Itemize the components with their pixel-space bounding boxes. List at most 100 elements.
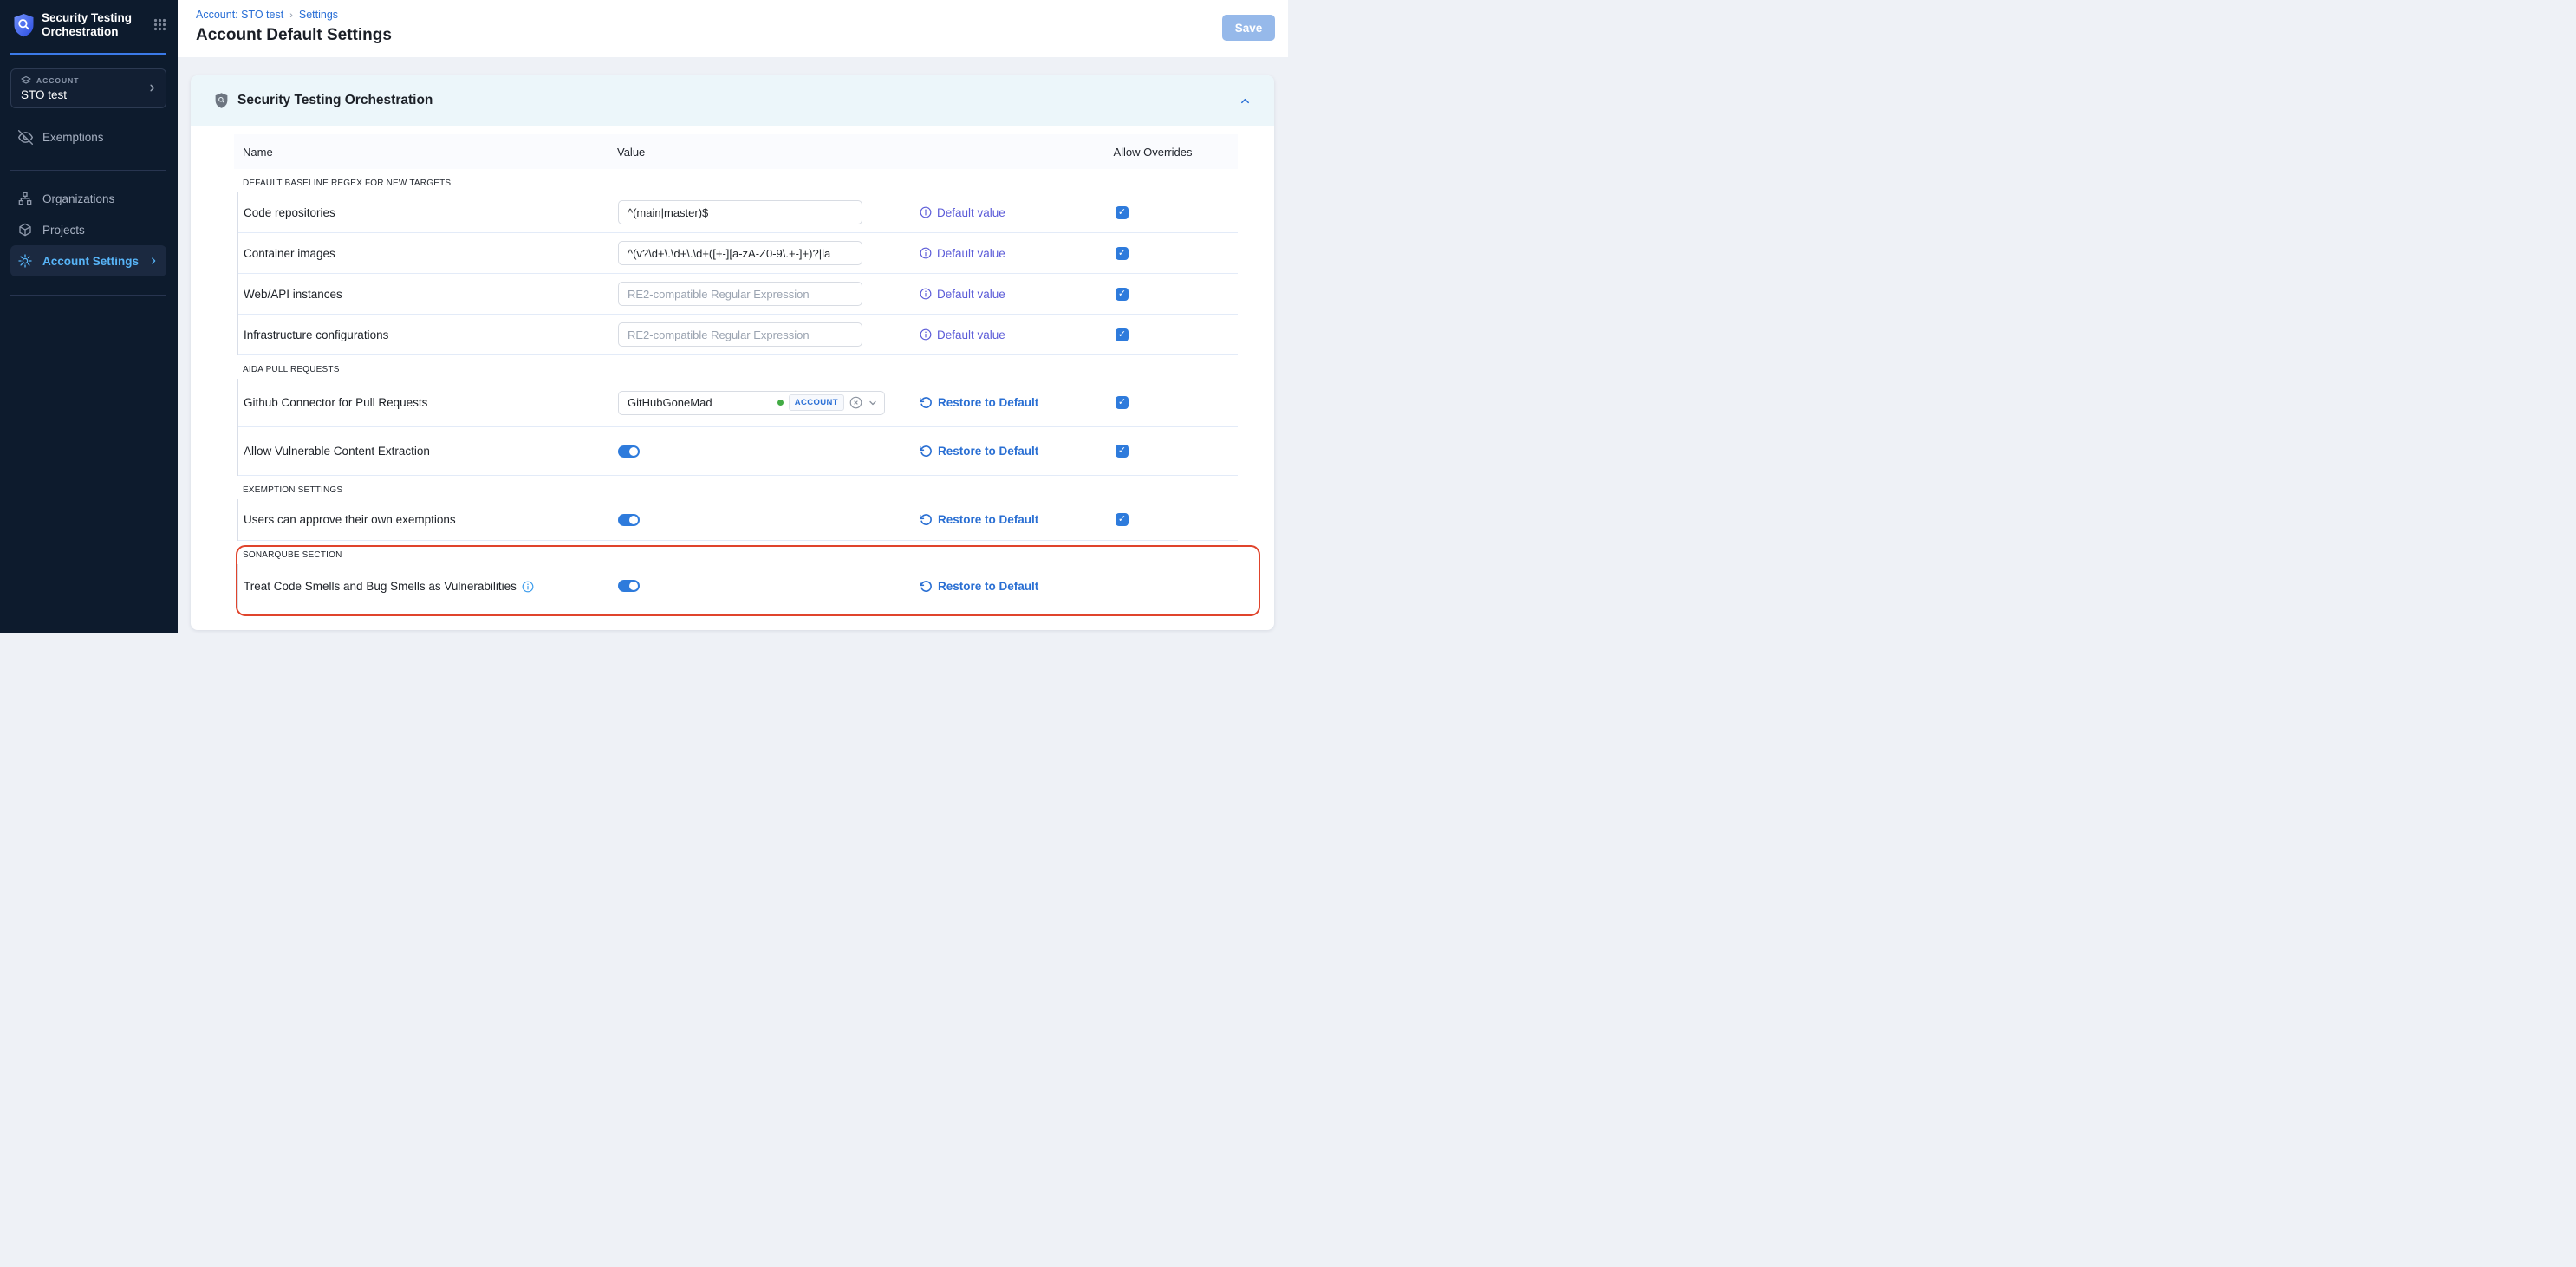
toggle-knob xyxy=(629,582,638,590)
breadcrumb-account-link[interactable]: Account: STO test xyxy=(196,9,283,21)
sidebar-item-projects[interactable]: Projects xyxy=(10,214,166,245)
panel-title: Security Testing Orchestration xyxy=(237,93,433,108)
row-name-cell: Github Connector for Pull Requests xyxy=(238,396,618,409)
section-rows: Code repositoriesDefault value✓Container… xyxy=(237,192,1238,355)
allow-override-checkbox[interactable]: ✓ xyxy=(1116,445,1129,458)
table-row: Allow Vulnerable Content Extraction Resto… xyxy=(238,427,1238,476)
action-label: Default value xyxy=(937,328,1005,341)
section-rows: Treat Code Smells and Bug Smells as Vuln… xyxy=(237,564,1238,608)
sidebar-item-exemptions[interactable]: Exemptions xyxy=(10,121,166,153)
sidebar-header: Security Testing Orchestration xyxy=(0,0,178,39)
allow-override-checkbox[interactable]: ✓ xyxy=(1116,328,1129,341)
account-name: STO test xyxy=(21,88,157,101)
allow-override-checkbox[interactable]: ✓ xyxy=(1116,513,1129,526)
panel-header[interactable]: Security Testing Orchestration xyxy=(191,75,1274,126)
chevron-up-icon[interactable] xyxy=(1239,94,1252,107)
settings-table: Name Value Allow Overrides DEFAULT BASEL… xyxy=(191,126,1274,608)
row-action-cell: Restore to Default xyxy=(920,580,1128,593)
table-body: DEFAULT BASELINE REGEX FOR NEW TARGETS Co… xyxy=(234,169,1238,608)
value-input[interactable] xyxy=(618,241,862,265)
default-value-link[interactable]: Default value xyxy=(920,288,1128,301)
row-name-cell: Code repositories xyxy=(238,206,618,219)
row-value-cell xyxy=(618,514,920,526)
allow-override-checkbox[interactable]: ✓ xyxy=(1116,288,1129,301)
account-scope-label: ACCOUNT xyxy=(36,76,80,85)
column-header-allow-overrides: Allow Overrides xyxy=(1113,146,1192,159)
row-value-cell xyxy=(618,282,920,306)
restore-to-default-link[interactable]: Restore to Default xyxy=(920,580,1128,593)
breadcrumb: Account: STO test › Settings xyxy=(196,9,1288,21)
allow-override-checkbox[interactable]: ✓ xyxy=(1116,247,1129,260)
allow-override-checkbox[interactable]: ✓ xyxy=(1116,396,1129,409)
row-action-cell: Restore to Default xyxy=(920,396,1128,409)
row-label: Container images xyxy=(244,247,335,260)
cube-icon xyxy=(18,223,33,237)
toggle-switch[interactable] xyxy=(618,514,640,526)
toggle-knob xyxy=(629,516,638,524)
account-scope-selector[interactable]: ACCOUNT STO test xyxy=(10,68,166,108)
sidebar-item-label: Organizations xyxy=(42,192,114,205)
row-override-cell: ✓ xyxy=(1116,247,1129,260)
connector-select[interactable]: GitHubGoneMad ACCOUNT xyxy=(618,391,885,415)
settings-section: AIDA PULL REQUESTSGithub Connector for P… xyxy=(234,355,1238,476)
restore-to-default-link[interactable]: Restore to Default xyxy=(920,513,1128,526)
row-action-cell: Default value xyxy=(920,247,1128,260)
table-row: Infrastructure configurations Default val… xyxy=(238,315,1238,355)
chevron-right-icon xyxy=(149,257,158,265)
value-input[interactable] xyxy=(618,282,862,306)
default-value-link[interactable]: Default value xyxy=(920,328,1128,341)
restore-icon xyxy=(920,445,933,458)
grid-dots-icon[interactable] xyxy=(153,18,166,31)
save-button[interactable]: Save xyxy=(1222,15,1275,41)
row-label: Code repositories xyxy=(244,206,335,219)
chevron-down-icon[interactable] xyxy=(868,398,878,408)
breadcrumb-settings-link[interactable]: Settings xyxy=(299,9,338,21)
row-action-cell: Default value xyxy=(920,328,1128,341)
row-override-cell: ✓ xyxy=(1116,206,1129,219)
row-override-cell: ✓ xyxy=(1116,445,1129,458)
row-name-cell: Allow Vulnerable Content Extraction xyxy=(238,445,618,458)
sidebar-accent-line xyxy=(10,53,166,55)
sidebar-divider xyxy=(10,295,166,296)
gear-icon xyxy=(18,254,33,268)
row-value-cell xyxy=(618,445,920,458)
row-label: Infrastructure configurations xyxy=(244,328,388,341)
row-action-cell: Default value xyxy=(920,288,1128,301)
restore-to-default-link[interactable]: Restore to Default xyxy=(920,445,1128,458)
settings-section: SONARQUBE SECTIONTreat Code Smells and B… xyxy=(234,541,1238,608)
restore-icon xyxy=(920,513,933,526)
value-input[interactable] xyxy=(618,200,862,224)
section-rows: Github Connector for Pull RequestsGitHub… xyxy=(237,379,1238,476)
row-override-cell: ✓ xyxy=(1116,396,1129,409)
default-value-link[interactable]: Default value xyxy=(920,247,1128,260)
action-label: Restore to Default xyxy=(938,445,1038,458)
value-input[interactable] xyxy=(618,322,862,347)
allow-override-checkbox[interactable]: ✓ xyxy=(1116,206,1129,219)
restore-to-default-link[interactable]: Restore to Default xyxy=(920,396,1128,409)
info-icon xyxy=(522,581,534,593)
table-header-row: Name Value Allow Overrides xyxy=(234,134,1238,169)
toggle-switch[interactable] xyxy=(618,580,640,592)
row-label: Web/API instances xyxy=(244,288,342,301)
row-value-cell xyxy=(618,580,920,592)
table-row: Treat Code Smells and Bug Smells as Vuln… xyxy=(238,564,1238,608)
shield-icon xyxy=(215,93,228,108)
row-override-cell: ✓ xyxy=(1116,288,1129,301)
scope-tag: ACCOUNT xyxy=(789,394,844,411)
section-label: DEFAULT BASELINE REGEX FOR NEW TARGETS xyxy=(234,169,1238,192)
info-icon xyxy=(920,247,932,259)
sidebar-item-account-settings[interactable]: Account Settings xyxy=(10,245,166,276)
table-row: Container images Default value✓ xyxy=(238,233,1238,274)
shield-search-icon xyxy=(13,13,35,37)
row-action-cell: Restore to Default xyxy=(920,513,1128,526)
row-name-cell: Treat Code Smells and Bug Smells as Vuln… xyxy=(238,580,618,593)
chevron-right-icon: › xyxy=(289,10,293,21)
column-header-value: Value xyxy=(617,146,919,159)
default-value-link[interactable]: Default value xyxy=(920,206,1128,219)
clear-icon[interactable] xyxy=(849,396,862,409)
action-label: Default value xyxy=(937,206,1005,219)
sidebar-item-organizations[interactable]: Organizations xyxy=(10,183,166,214)
connector-name: GitHubGoneMad xyxy=(628,396,772,409)
row-label: Users can approve their own exemptions xyxy=(244,513,456,526)
toggle-switch[interactable] xyxy=(618,445,640,458)
